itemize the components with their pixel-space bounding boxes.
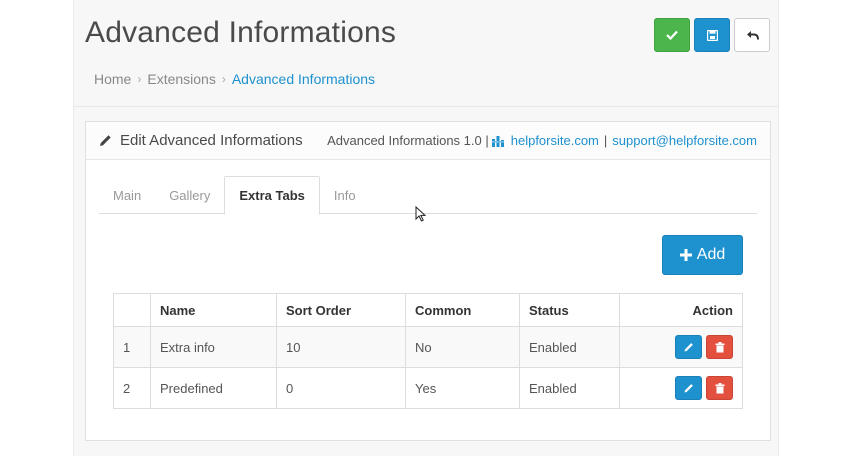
col-header-status[interactable]: Status — [519, 293, 620, 327]
cell-name: Predefined — [150, 367, 277, 409]
table-header-row: Name Sort Order Common Status Action — [113, 293, 743, 327]
cell-status: Enabled — [519, 367, 620, 409]
cell-action — [619, 326, 743, 368]
add-button[interactable]: Add — [662, 235, 743, 275]
page-title: Advanced Informations — [85, 16, 397, 49]
delete-button[interactable] — [706, 376, 733, 400]
delete-button[interactable] — [706, 335, 733, 359]
col-header-common[interactable]: Common — [405, 293, 520, 327]
breadcrumb-home[interactable]: Home — [94, 71, 131, 87]
breadcrumb-separator: › — [221, 72, 226, 86]
support-email-link[interactable]: support@helpforsite.com — [612, 133, 757, 148]
reply-icon — [746, 30, 759, 40]
extra-tabs-table: Name Sort Order Common Status Action 1 E… — [113, 293, 743, 409]
tab-bar: Main Gallery Extra Tabs Info — [99, 176, 757, 215]
plus-icon — [679, 249, 692, 261]
col-header-action: Action — [619, 293, 743, 327]
breadcrumb-extensions[interactable]: Extensions — [147, 71, 215, 87]
breadcrumb-separator: › — [137, 72, 142, 86]
back-button[interactable] — [734, 18, 770, 52]
tab-gallery[interactable]: Gallery — [155, 176, 224, 214]
version-text: Advanced Informations 1.0 | — [327, 133, 489, 148]
cell-name: Extra info — [150, 326, 277, 368]
cell-status: Enabled — [519, 326, 620, 368]
panel-title: Edit Advanced Informations — [99, 132, 303, 149]
trash-icon — [715, 382, 724, 393]
edit-panel: Edit Advanced Informations Advanced Info… — [85, 121, 771, 441]
breadcrumb: Home › Extensions › Advanced Information… — [94, 71, 375, 87]
tab-info[interactable]: Info — [320, 176, 370, 214]
floppy-icon — [706, 29, 718, 41]
tab-main[interactable]: Main — [99, 176, 155, 214]
pencil-icon — [684, 343, 693, 352]
check-icon — [666, 30, 678, 40]
breadcrumb-current[interactable]: Advanced Informations — [232, 71, 375, 87]
cell-number: 1 — [113, 326, 151, 368]
cell-action — [619, 367, 743, 409]
col-header-name[interactable]: Name — [150, 293, 277, 327]
edit-button[interactable] — [675, 376, 702, 400]
table-row: 1 Extra info 10 No Enabled — [113, 326, 743, 368]
save-button[interactable] — [694, 18, 730, 52]
mouse-pointer-icon — [415, 206, 426, 222]
helpforsite-link[interactable]: helpforsite.com — [511, 133, 599, 148]
save-stay-button[interactable] — [654, 18, 690, 52]
panel-title-text: Edit Advanced Informations — [120, 132, 303, 149]
trash-icon — [715, 341, 724, 352]
header-divider — [73, 106, 779, 107]
pencil-icon — [684, 384, 693, 393]
cell-number: 2 — [113, 367, 151, 409]
cell-sort-order: 10 — [276, 326, 406, 368]
panel-meta: Advanced Informations 1.0 | helpforsite.… — [327, 133, 757, 148]
tab-extra-tabs[interactable]: Extra Tabs — [224, 176, 320, 215]
panel-heading: Edit Advanced Informations Advanced Info… — [86, 122, 770, 160]
col-header-number — [113, 293, 151, 327]
cell-sort-order: 0 — [276, 367, 406, 409]
edit-button[interactable] — [675, 335, 702, 359]
table-row: 2 Predefined 0 Yes Enabled — [113, 367, 743, 409]
helpforsite-logo-icon — [491, 135, 504, 147]
pencil-icon — [100, 135, 111, 146]
cell-common: Yes — [405, 367, 520, 409]
col-header-sort-order[interactable]: Sort Order — [276, 293, 406, 327]
cell-common: No — [405, 326, 520, 368]
add-button-label: Add — [696, 246, 726, 263]
meta-separator: | — [603, 133, 608, 148]
